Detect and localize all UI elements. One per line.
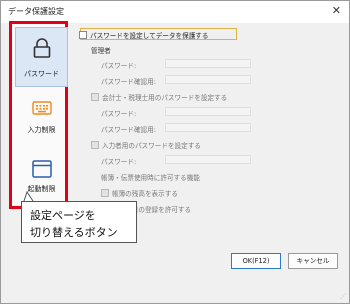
window-icon [31, 160, 52, 178]
checkbox-label: 入力者用のパスワードを設定する [102, 142, 201, 150]
data-protection-dialog: データ保護設定 ✕ パスワード 入力制限 起動制限 パスワードを設定してデータを… [0, 0, 350, 304]
accountant-password-confirm-field[interactable] [165, 123, 251, 132]
callout-text-line1: 設定ページを [30, 209, 96, 222]
sidebar-item-password[interactable]: パスワード [15, 27, 68, 87]
ok-button[interactable]: OK(F12) [231, 253, 281, 269]
admin-password-confirm-field[interactable] [165, 75, 251, 84]
sidebar-item-label: 入力制限 [27, 126, 56, 134]
admin-group-label: 管理者 [91, 47, 111, 55]
checkbox-box[interactable] [101, 189, 109, 197]
checkbox-label: 会計士・税理士用のパスワードを設定する [102, 94, 228, 102]
window-title: データ保護設定 [8, 7, 64, 16]
admin-password-field[interactable] [165, 59, 251, 68]
inputter-password-field[interactable] [165, 155, 251, 164]
inputter-password-label: パスワード: [101, 158, 137, 166]
settings-page-sidebar: パスワード 入力制限 起動制限 [9, 21, 68, 209]
admin-password-label: パスワード: [101, 62, 137, 70]
show-balance-checkbox[interactable]: 帳簿の残高を表示する [101, 188, 178, 198]
accountant-password-confirm-label: パスワード確認用: [101, 126, 156, 134]
close-icon[interactable]: ✕ [332, 4, 341, 17]
protect-data-checkbox[interactable]: パスワードを設定してデータを保護する [79, 30, 209, 40]
title-bar: データ保護設定 ✕ [1, 1, 349, 23]
sidebar-item-input-restriction[interactable]: 入力制限 [15, 88, 68, 148]
checkbox-label: 帳簿の残高を表示する [112, 190, 178, 198]
sidebar-item-label: パスワード [24, 70, 59, 78]
resize-grip-icon[interactable]: ⋰ [340, 293, 346, 300]
lock-icon [33, 38, 50, 58]
accountant-password-field[interactable] [165, 107, 251, 116]
checkbox-label: パスワードを設定してデータを保護する [90, 32, 209, 40]
checkbox-box[interactable] [91, 141, 99, 149]
keyboard-icon [31, 101, 52, 115]
accountant-password-label: パスワード: [101, 110, 137, 118]
cancel-button[interactable]: キャンセル [288, 253, 338, 269]
checkbox-box[interactable] [79, 31, 87, 39]
checkbox-box[interactable] [91, 93, 99, 101]
inputter-features-label: 帳簿・伝票使用時に許可する機能 [101, 174, 200, 182]
annotation-callout: 設定ページを 切り替えるボタン [21, 201, 137, 243]
callout-text-line2: 切り替えるボタン [30, 226, 118, 239]
accountant-password-checkbox[interactable]: 会計士・税理士用のパスワードを設定する [91, 92, 227, 102]
admin-password-confirm-label: パスワード確認用: [101, 78, 156, 86]
inputter-password-checkbox[interactable]: 入力者用のパスワードを設定する [91, 140, 201, 150]
